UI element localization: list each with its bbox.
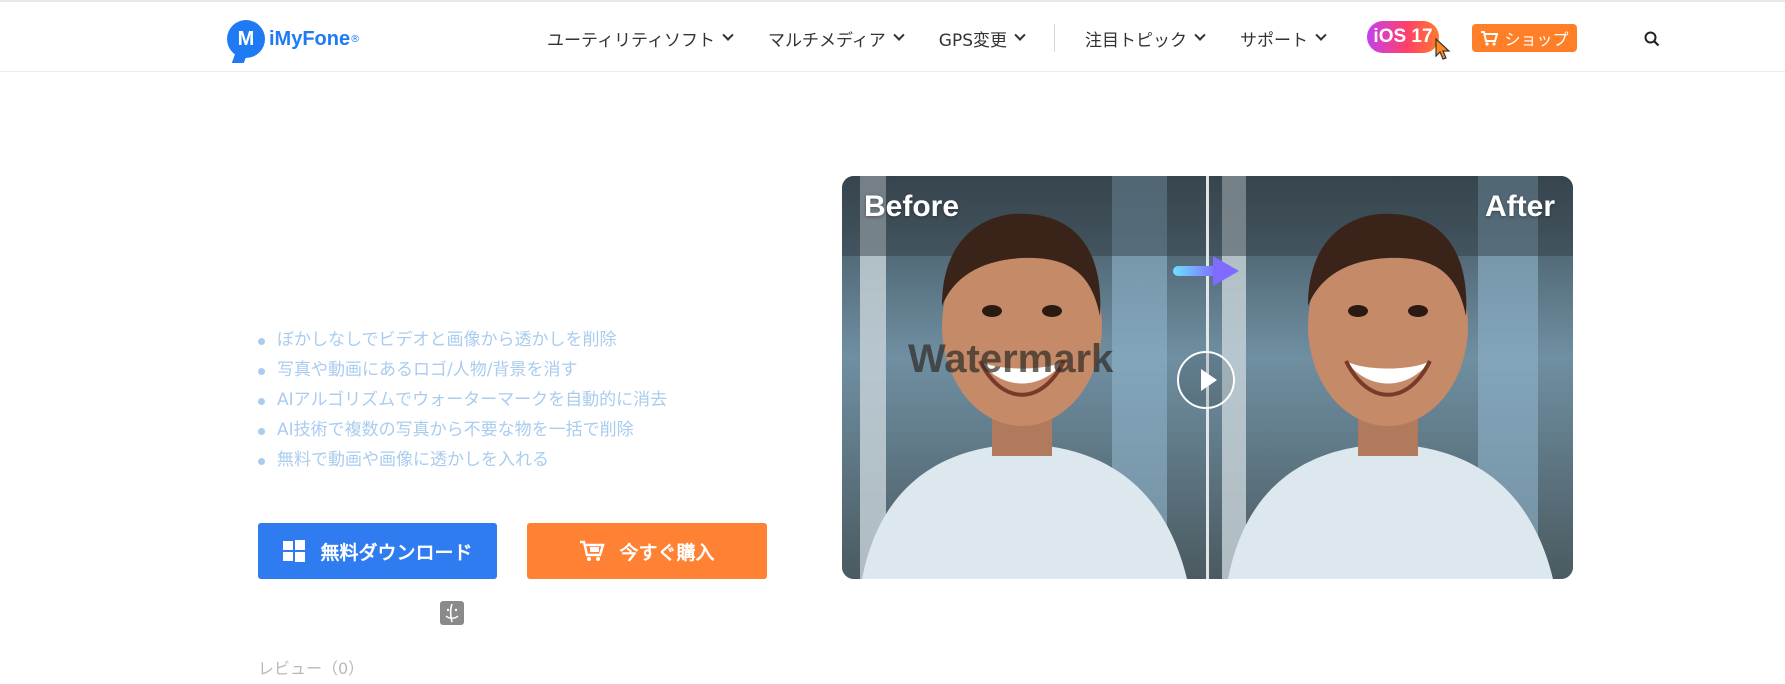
nav-item-gps-change[interactable]: GPS変更 bbox=[938, 26, 1026, 51]
list-item: 写真や動画にあるロゴ/人物/背景を消す bbox=[258, 359, 667, 389]
logo-text: iMyFone bbox=[269, 27, 351, 50]
chevron-down-icon bbox=[1014, 29, 1026, 41]
nav-item-multimedia[interactable]: マルチメディア bbox=[767, 26, 905, 51]
nav-item-label: ユーティリティソフト bbox=[547, 30, 715, 51]
before-photo: Before Watermark bbox=[842, 176, 1207, 579]
before-after-video-preview[interactable]: Before Watermark After bbox=[842, 176, 1573, 579]
main-nav: ユーティリティソフト マルチメディア GPS変更 注目トピック サポート bbox=[547, 22, 1327, 54]
cart-icon bbox=[580, 540, 606, 561]
arrow-right-icon bbox=[1173, 256, 1239, 286]
watermark-text: Watermark bbox=[908, 337, 1114, 381]
chevron-down-icon bbox=[722, 29, 734, 41]
logo-mark-icon: M bbox=[227, 20, 265, 58]
cursor-icon bbox=[1435, 38, 1451, 60]
imyfone-logo[interactable]: M iMyFone ® bbox=[227, 19, 360, 59]
after-photo: After bbox=[1208, 176, 1573, 579]
nav-item-label: GPS変更 bbox=[938, 30, 1007, 51]
logo-registered-mark: ® bbox=[350, 33, 361, 45]
list-item: AIアルゴリズムでウォーターマークを自動的に消去 bbox=[258, 389, 667, 419]
chevron-down-icon bbox=[1315, 29, 1327, 41]
shop-button-label: ショップ bbox=[1504, 30, 1569, 49]
nav-item-support[interactable]: サポート bbox=[1240, 26, 1327, 51]
after-label: After bbox=[1484, 190, 1555, 223]
shop-button[interactable]: ショップ bbox=[1472, 24, 1577, 52]
nav-divider bbox=[1054, 24, 1055, 52]
search-icon[interactable] bbox=[1644, 31, 1660, 47]
cart-icon bbox=[1481, 31, 1499, 46]
before-label: Before bbox=[864, 190, 960, 223]
buy-now-label: 今すぐ購入 bbox=[619, 541, 715, 564]
play-triangle-icon bbox=[1201, 369, 1217, 391]
site-header: M iMyFone ® ユーティリティソフト マルチメディア GPS変更 注目ト… bbox=[0, 2, 1785, 72]
play-icon[interactable] bbox=[1177, 351, 1235, 409]
nav-item-utility-software[interactable]: ユーティリティソフト bbox=[547, 26, 734, 51]
list-item: 無料で動画や画像に透かしを入れる bbox=[258, 449, 667, 479]
free-download-label: 無料ダウンロード bbox=[320, 541, 473, 564]
chevron-down-icon bbox=[1194, 29, 1206, 41]
list-item: AI技術で複数の写真から不要な物を一括で削除 bbox=[258, 419, 667, 449]
nav-item-label: マルチメディア bbox=[767, 30, 886, 51]
buy-now-button[interactable]: 今すぐ購入 bbox=[527, 523, 767, 579]
mac-finder-icon[interactable] bbox=[440, 601, 464, 625]
list-item: ぼかしなしでビデオと画像から透かしを削除 bbox=[258, 329, 667, 359]
finder-face-icon bbox=[445, 603, 459, 623]
nav-item-label: 注目トピック bbox=[1085, 30, 1187, 51]
free-download-button[interactable]: 無料ダウンロード bbox=[258, 523, 497, 579]
nav-item-featured-topics[interactable]: 注目トピック bbox=[1085, 26, 1206, 51]
review-count[interactable]: レビュー（0） bbox=[258, 655, 364, 679]
chevron-down-icon bbox=[893, 29, 905, 41]
ios17-badge[interactable]: iOS 17 bbox=[1367, 21, 1439, 53]
feature-list: ぼかしなしでビデオと画像から透かしを削除 写真や動画にあるロゴ/人物/背景を消す… bbox=[258, 329, 667, 479]
boy-photo-after bbox=[1208, 176, 1573, 579]
windows-icon bbox=[283, 540, 306, 562]
nav-item-label: サポート bbox=[1240, 30, 1308, 51]
